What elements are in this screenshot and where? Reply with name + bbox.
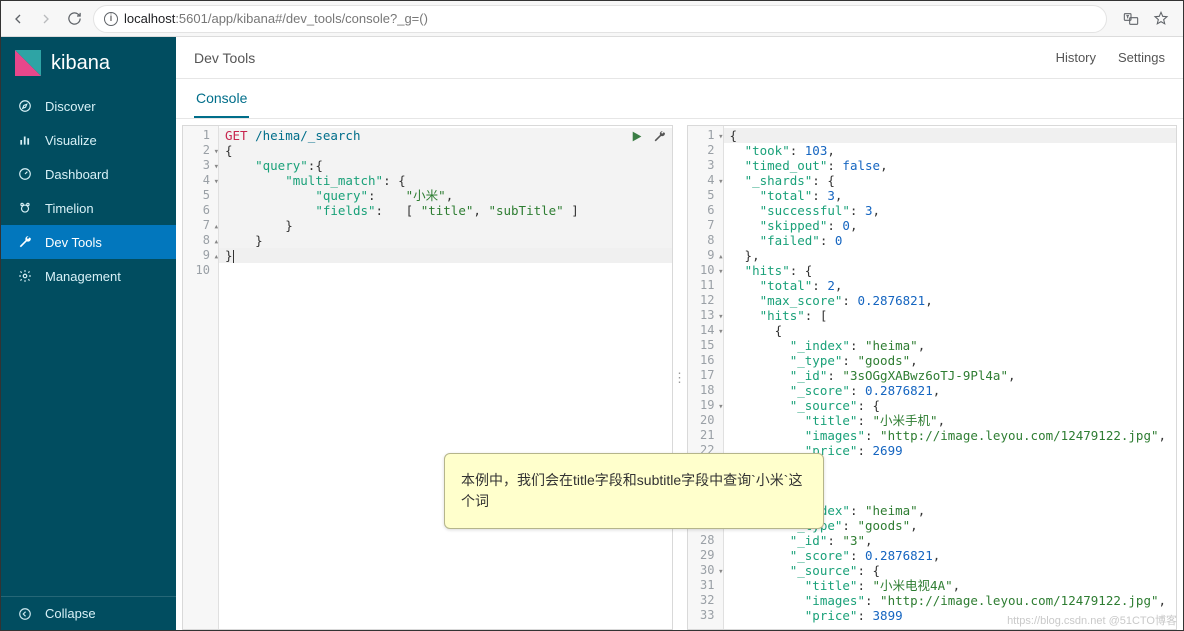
sidebar-item-label: Visualize <box>45 133 97 148</box>
url-host: localhost <box>124 11 175 26</box>
sidebar-item-label: Timelion <box>45 201 94 216</box>
request-code[interactable]: GET /heima/_search{ "query":{ "multi_mat… <box>219 126 672 629</box>
run-request-icon[interactable] <box>630 130 643 143</box>
sidebar-item-label: Discover <box>45 99 96 114</box>
annotation-callout: 本例中，我们会在title字段和subtitle字段中查询`小米`这个词 <box>444 453 824 529</box>
url-path: /app/kibana#/dev_tools/console?_g=() <box>208 11 428 26</box>
tab-console[interactable]: Console <box>194 90 249 118</box>
history-link[interactable]: History <box>1056 50 1096 65</box>
page-header: Dev Tools History Settings <box>176 37 1183 79</box>
tabs: Console <box>176 79 1183 119</box>
forward-button[interactable] <box>37 11 55 27</box>
collapse-label: Collapse <box>45 606 96 621</box>
kibana-logo-icon <box>15 50 41 76</box>
bar-chart-icon <box>17 133 33 147</box>
response-gutter: 1▾234▾56789▴10▾111213▾14▾1516171819▾2021… <box>688 126 724 629</box>
star-icon[interactable] <box>1153 11 1169 27</box>
sidebar-item-label: Dev Tools <box>45 235 102 250</box>
annotation-text: 本例中，我们会在title字段和subtitle字段中查询`小米`这个词 <box>461 472 802 509</box>
sidebar-item-label: Management <box>45 269 121 284</box>
url-bar[interactable]: i localhost:5601/app/kibana#/dev_tools/c… <box>93 5 1107 33</box>
translate-icon[interactable] <box>1123 11 1139 27</box>
request-gutter: 12▾3▾4▾567▴8▴9▴10 <box>183 126 219 629</box>
request-editor[interactable]: 12▾3▾4▾567▴8▴9▴10 GET /heima/_search{ "q… <box>182 125 673 630</box>
sidebar-item-discover[interactable]: Discover <box>1 89 176 123</box>
back-button[interactable] <box>9 11 27 27</box>
response-code: { "took": 103, "timed_out": false, "_sha… <box>724 126 1177 629</box>
bear-icon <box>17 201 33 215</box>
reload-button[interactable] <box>65 11 83 26</box>
pane-divider[interactable]: ⋮ <box>673 125 687 630</box>
sidebar: kibana Discover Visualize Dashboard Timelio… <box>1 37 176 630</box>
collapse-icon <box>17 607 33 621</box>
gauge-icon <box>17 167 33 181</box>
page-title: Dev Tools <box>194 50 255 66</box>
sidebar-item-visualize[interactable]: Visualize <box>1 123 176 157</box>
settings-link[interactable]: Settings <box>1118 50 1165 65</box>
response-viewer[interactable]: 1▾234▾56789▴10▾111213▾14▾1516171819▾2021… <box>687 125 1178 630</box>
wrench-icon <box>17 235 33 249</box>
wrench-icon[interactable] <box>653 130 666 143</box>
sidebar-item-dashboard[interactable]: Dashboard <box>1 157 176 191</box>
url-port: :5601 <box>175 11 208 26</box>
sidebar-item-management[interactable]: Management <box>1 259 176 293</box>
site-info-icon[interactable]: i <box>104 12 118 26</box>
sidebar-collapse[interactable]: Collapse <box>1 596 176 630</box>
kibana-logo[interactable]: kibana <box>1 37 176 89</box>
kibana-logo-text: kibana <box>51 52 110 75</box>
browser-toolbar: i localhost:5601/app/kibana#/dev_tools/c… <box>1 1 1183 37</box>
compass-icon <box>17 99 33 113</box>
sidebar-item-timelion[interactable]: Timelion <box>1 191 176 225</box>
sidebar-item-label: Dashboard <box>45 167 109 182</box>
gear-icon <box>17 269 33 283</box>
sidebar-item-devtools[interactable]: Dev Tools <box>1 225 176 259</box>
